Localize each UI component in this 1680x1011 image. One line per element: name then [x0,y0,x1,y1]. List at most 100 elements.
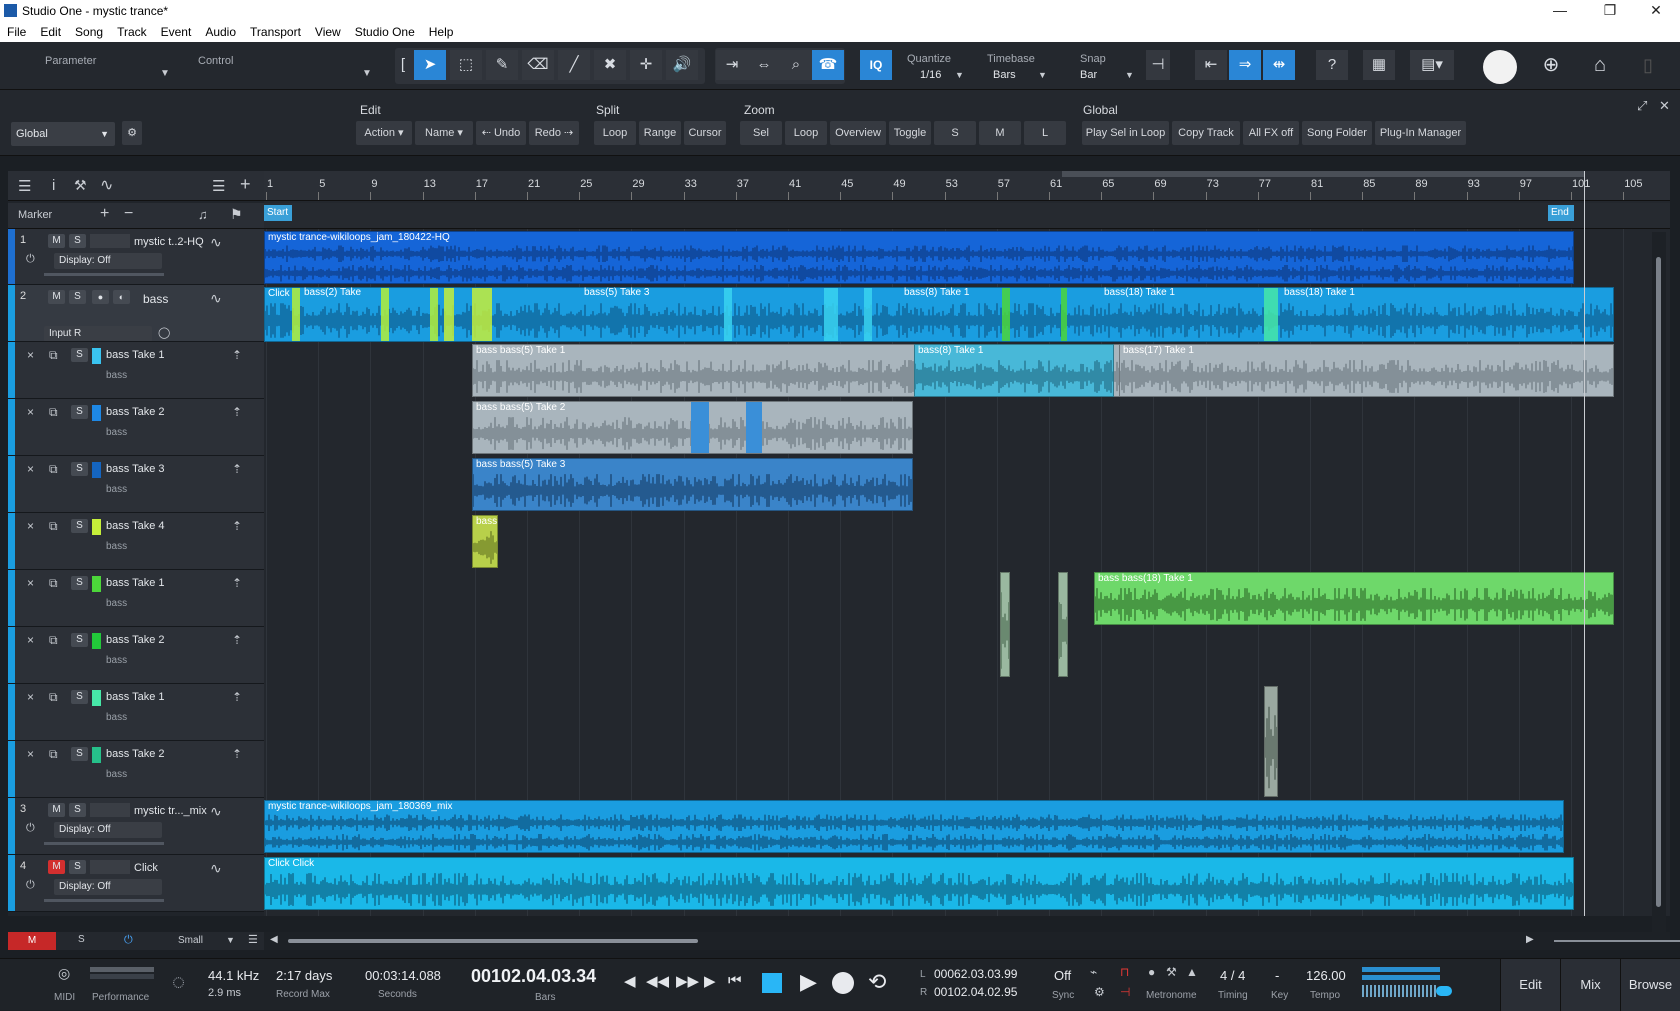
mute-button[interactable]: M [48,803,65,817]
track-pan-bar[interactable] [44,842,164,845]
autoscroll-icon[interactable]: ⇥ [716,50,748,80]
scope-dropdown[interactable]: Global ▼ [11,122,115,146]
layer-name[interactable]: bass Take 1 [106,577,165,589]
menu-track[interactable]: Track [110,22,154,39]
timing-value[interactable]: 4 / 4 [1220,968,1245,983]
split-tool-icon[interactable]: ✎ [486,50,518,80]
next-marker-icon[interactable]: ▶ [704,972,716,990]
track-header[interactable]: × ⧉ Sbass Take 2 bass ⇡ [8,627,264,684]
copy-layer-icon[interactable]: ⧉ [49,747,58,762]
timebase-dropdown-icon[interactable]: ▼ [1038,70,1047,80]
tempo-value[interactable]: 126.00 [1306,968,1346,983]
comp-segment[interactable] [864,288,872,341]
track-name[interactable]: mystic tr..._mix [134,805,207,817]
info-icon[interactable]: i [52,177,55,194]
song-folder-button[interactable]: Song Folder [1302,121,1372,145]
display-dropdown[interactable]: Display: Off [54,879,162,895]
remove-layer-icon[interactable]: × [27,690,34,704]
solo-button[interactable]: S [71,576,88,590]
copy-layer-icon[interactable]: ⧉ [49,519,58,534]
remove-layer-icon[interactable]: × [27,405,34,419]
undo-button[interactable]: ⇠ Undo [476,121,526,145]
copy-layer-icon[interactable]: ⧉ [49,462,58,477]
audio-event[interactable] [1264,686,1278,797]
mute-tool-icon[interactable]: ✖ [594,50,626,80]
promote-layer-icon[interactable]: ⇡ [232,462,242,476]
track-volume-slider[interactable] [90,803,130,817]
video-icon[interactable]: ▦ [1363,50,1395,80]
track-header[interactable]: 2 M S ● ◐ bass Input R ◯ ∿ [8,285,264,342]
solo-button[interactable]: S [69,860,86,874]
zoom-loop-button[interactable]: Loop [785,121,827,145]
comp-segment[interactable] [381,288,389,341]
precount-icon[interactable]: ⌁ [1090,965,1097,979]
track-header[interactable]: × ⧉ Sbass Take 1 bass ⇡ [8,342,264,399]
layer-name[interactable]: bass Take 4 [106,520,165,532]
rewind-icon[interactable]: ◀◀ [646,972,669,990]
audio-event[interactable]: mystic trance-wikiloops_jam_180422-HQ [264,231,1574,284]
copy-layer-icon[interactable]: ⧉ [49,633,58,648]
play-button[interactable]: ▶ [800,969,817,995]
all-fx-off-button[interactable]: All FX off [1243,121,1299,145]
fast-forward-icon[interactable]: ▶▶ [676,972,699,990]
minimize-icon[interactable]: — [1540,2,1580,20]
remove-marker-icon[interactable]: − [124,205,133,223]
loop-start-value[interactable]: 00062.03.03.99 [934,967,1017,981]
paint-tool-icon[interactable]: ╱ [558,50,590,80]
menu-edit[interactable]: Edit [33,22,68,39]
display-dropdown[interactable]: Display: Off [54,822,162,838]
zoom-s-button[interactable]: S [934,121,976,145]
restore-icon[interactable]: ❐ [1590,2,1630,20]
display-dropdown[interactable]: Display: Off [54,253,162,269]
add-track-icon[interactable]: + [240,174,251,195]
copy-layer-icon[interactable]: ⧉ [49,348,58,363]
power-icon[interactable]: ⏻ [124,934,133,947]
start-marker[interactable]: Start [264,205,292,221]
key-value[interactable]: - [1275,968,1279,983]
comp-segment[interactable] [1061,288,1067,341]
menu-event[interactable]: Event [154,22,199,39]
solo-button[interactable]: S [71,633,88,647]
promote-layer-icon[interactable]: ⇡ [232,633,242,647]
stop-button[interactable] [762,973,782,993]
comp-segment[interactable] [724,288,732,341]
automation-icon[interactable]: ∿ [100,175,113,195]
remove-layer-icon[interactable]: × [27,462,34,476]
track-header[interactable]: × ⧉ Sbass Take 3 bass ⇡ [8,456,264,513]
take-selection[interactable] [691,402,709,453]
remove-layer-icon[interactable]: × [27,519,34,533]
edit-view-button[interactable]: Edit [1500,959,1560,1011]
browse-view-button[interactable]: Browse [1620,959,1680,1011]
end-marker[interactable]: End [1548,205,1574,221]
sync-value[interactable]: Off [1054,968,1071,983]
promote-layer-icon[interactable]: ⇡ [232,405,242,419]
remove-layer-icon[interactable]: × [27,348,34,362]
track-size-value[interactable]: Small [178,935,203,946]
snap-icon[interactable]: ⇔ [748,50,780,80]
comp-segment[interactable] [430,288,438,341]
go-to-start-icon[interactable]: ⏮ [728,972,742,989]
menu-view[interactable]: View [308,22,348,39]
name-button[interactable]: Name ▾ [415,121,473,145]
timebase-value[interactable]: Bars [993,69,1016,81]
track-header[interactable]: × ⧉ Sbass Take 2 bass ⇡ [8,399,264,456]
split-range-button[interactable]: Range [639,121,681,145]
menu-audio[interactable]: Audio [198,22,243,39]
solo-button[interactable]: S [71,747,88,761]
home-icon[interactable]: ⌂ [1584,50,1616,80]
track-header[interactable]: 3 M Smystic tr..._mix Display: Off ⏻ ∿ [8,798,264,855]
waveform-icon[interactable]: ∿ [210,234,222,251]
solo-button[interactable]: S [69,234,86,248]
gear-icon[interactable]: ⚙ [122,121,142,145]
playhead[interactable] [1584,171,1585,916]
layer-name[interactable]: bass Take 3 [106,463,165,475]
avatar[interactable] [1483,50,1517,84]
audio-event[interactable]: bass(17) Take 1 [1119,344,1614,397]
metronome-icon[interactable]: ▲ [1186,965,1198,979]
redo-button[interactable]: Redo ⇢ [529,121,579,145]
comp-segment[interactable] [824,288,838,341]
layer-name[interactable]: bass Take 2 [106,748,165,760]
menu-help[interactable]: Help [422,22,461,39]
copy-layer-icon[interactable]: ⧉ [49,690,58,705]
solo-button[interactable]: S [71,690,88,704]
